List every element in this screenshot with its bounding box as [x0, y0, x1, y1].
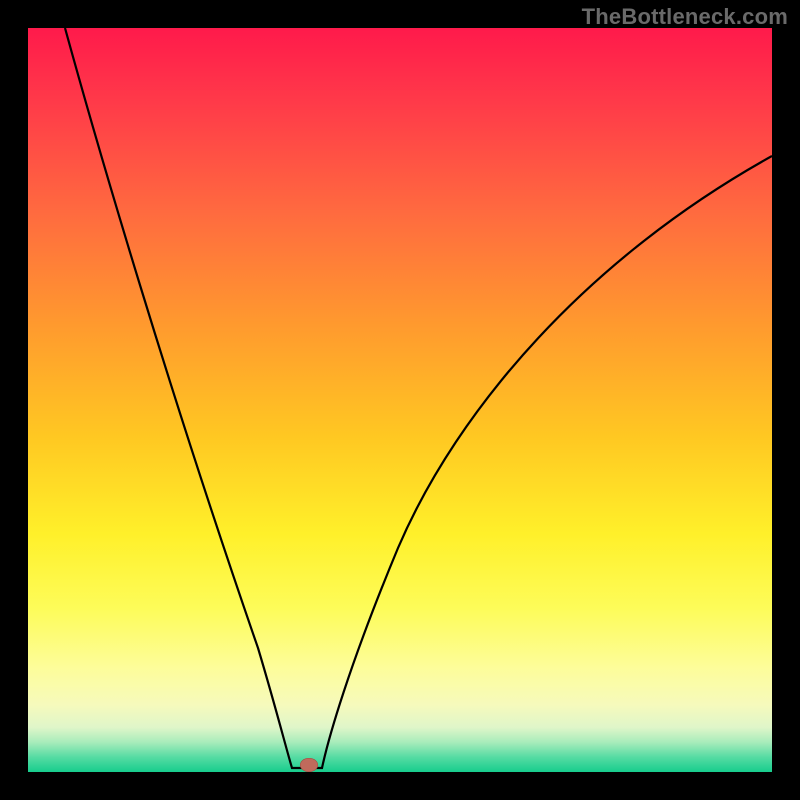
optimal-point-marker	[300, 758, 318, 772]
chart-frame: TheBottleneck.com	[0, 0, 800, 800]
curve-layer	[28, 28, 772, 772]
bottleneck-curve	[65, 28, 772, 768]
plot-area	[28, 28, 772, 772]
watermark-text: TheBottleneck.com	[582, 4, 788, 30]
